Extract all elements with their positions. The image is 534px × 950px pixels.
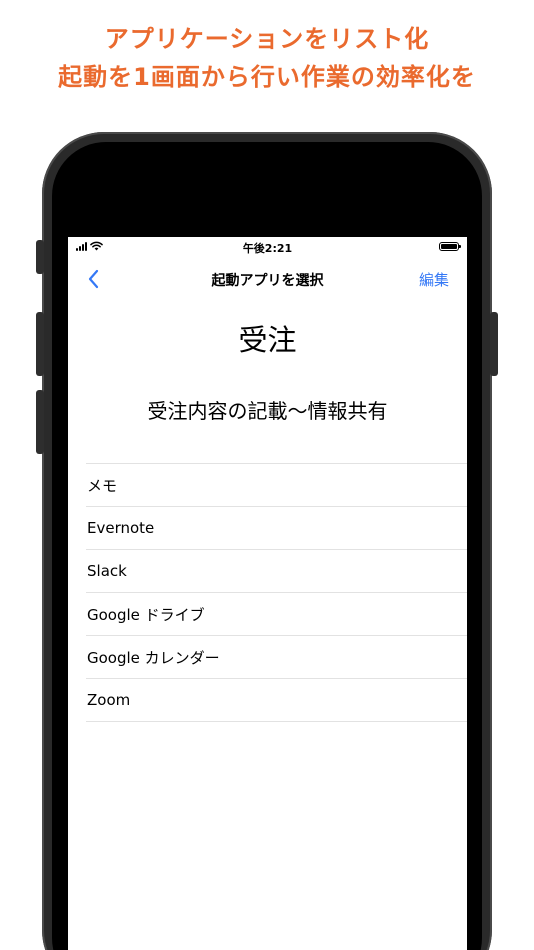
promo-headline-line1: アプリケーションをリスト化 — [104, 25, 430, 53]
navigation-bar: 起動アプリを選択 編集 — [68, 261, 467, 297]
status-bar: 午後2:21 — [68, 237, 467, 259]
edit-button[interactable]: 編集 — [419, 269, 449, 290]
app-item-google-drive[interactable]: Google ドライブ — [86, 592, 467, 635]
app-item-zoom[interactable]: Zoom — [86, 678, 467, 722]
power-button — [490, 312, 498, 376]
app-list: メモ Evernote Slack Google ドライブ Google カレン… — [86, 463, 467, 722]
battery-icon — [439, 242, 461, 251]
app-item-google-calendar[interactable]: Google カレンダー — [86, 635, 467, 678]
volume-up-button — [36, 312, 44, 376]
phone-screen: 午後2:21 起動アプリを選択 編集 受注 受注内容の記載〜情報共有 メモ Ev… — [68, 237, 467, 950]
category-description: 受注内容の記載〜情報共有 — [147, 399, 388, 423]
app-item-memo[interactable]: メモ — [86, 463, 467, 506]
app-store-screenshot: アプリケーションをリスト化 起動を1画面から行い作業の効率化を 午後2:21 起… — [0, 0, 534, 950]
category-title: 受注 — [238, 323, 297, 357]
volume-down-button — [36, 390, 44, 454]
status-time: 午後2:21 — [242, 242, 293, 255]
promo-headline-line2: 起動を1画面から行い作業の効率化を — [58, 63, 476, 91]
app-item-slack[interactable]: Slack — [86, 549, 467, 592]
mute-switch — [36, 240, 44, 274]
nav-title: 起動アプリを選択 — [211, 273, 324, 289]
app-item-evernote[interactable]: Evernote — [86, 506, 467, 549]
